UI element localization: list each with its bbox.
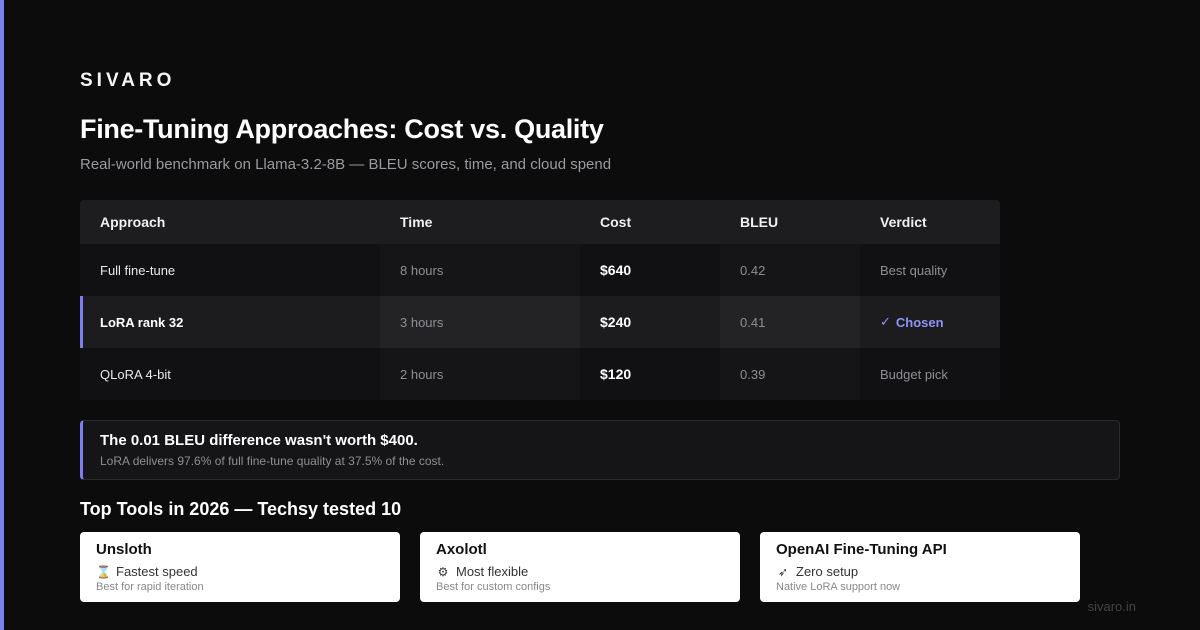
verdict-label: Chosen [895, 314, 944, 330]
cell-time: 8 hours [380, 244, 580, 296]
header-cost: Cost [580, 200, 720, 244]
tool-feature-label: Fastest speed [116, 564, 198, 579]
cell-cost: $240 [580, 296, 720, 348]
tool-cards: Unsloth ⌛ Fastest speed Best for rapid i… [80, 532, 1080, 602]
insight-callout: The 0.01 BLEU difference wasn't worth $4… [80, 420, 1120, 480]
cell-verdict: ✓ Chosen [860, 296, 1000, 348]
page-title: Fine-Tuning Approaches: Cost vs. Quality [80, 114, 604, 144]
callout-body: LoRA delivers 97.6% of full fine-tune qu… [100, 454, 445, 468]
footer-url: sivaro.in [1087, 599, 1136, 614]
tool-feature: ⚙ Most flexible [436, 564, 724, 579]
header-verdict: Verdict [860, 200, 1000, 244]
cell-approach: LoRA rank 32 [80, 296, 380, 348]
callout-title: The 0.01 BLEU difference wasn't worth $4… [100, 432, 418, 449]
cell-cost: $120 [580, 348, 720, 400]
accent-bar [0, 0, 4, 630]
cell-verdict: Best quality [860, 244, 1000, 296]
tool-name: Axolotl [436, 541, 487, 558]
cell-cost: $640 [580, 244, 720, 296]
tool-card-openai: OpenAI Fine-Tuning API ➶ Zero setup Nati… [760, 532, 1080, 602]
tool-note: Best for rapid iteration [96, 581, 204, 593]
cell-bleu: 0.42 [720, 244, 860, 296]
tool-feature-label: Most flexible [456, 564, 529, 579]
header-bleu: BLEU [720, 200, 860, 244]
table-row: QLoRA 4-bit 2 hours $120 0.39 Budget pic… [80, 348, 1000, 400]
hourglass-icon: ⌛ [96, 564, 111, 579]
header-approach: Approach [80, 200, 380, 244]
cell-verdict: Budget pick [860, 348, 1000, 400]
table-row-highlighted: LoRA rank 32 3 hours $240 0.41 ✓ Chosen [80, 296, 1000, 348]
tool-card-unsloth: Unsloth ⌛ Fastest speed Best for rapid i… [80, 532, 400, 602]
cell-bleu: 0.39 [720, 348, 860, 400]
check-icon: ✓ [880, 314, 891, 329]
rocket-icon: ➶ [777, 564, 789, 579]
cell-approach: QLoRA 4-bit [80, 348, 380, 400]
tool-note: Native LoRA support now [776, 581, 901, 593]
brand-logo: SIVARO [80, 70, 176, 91]
cell-approach: Full fine-tune [80, 244, 380, 296]
tool-card-axolotl: Axolotl ⚙ Most flexible Best for custom … [420, 532, 740, 602]
comparison-table: Approach Time Cost BLEU Verdict Full fin… [80, 200, 1000, 400]
tool-name: OpenAI Fine-Tuning API [776, 541, 947, 558]
cell-time: 3 hours [380, 296, 580, 348]
tool-note: Best for custom configs [436, 581, 551, 593]
tool-feature: ➶ Zero setup [776, 564, 1064, 579]
tools-heading: Top Tools in 2026 — Techsy tested 10 [80, 499, 402, 519]
tool-feature-label: Zero setup [796, 564, 859, 579]
table-row: Full fine-tune 8 hours $640 0.42 Best qu… [80, 244, 1000, 296]
tool-feature: ⌛ Fastest speed [96, 564, 384, 579]
cell-bleu: 0.41 [720, 296, 860, 348]
tool-name: Unsloth [96, 541, 152, 558]
page-subtitle: Real-world benchmark on Llama-3.2-8B — B… [80, 156, 612, 173]
table-header-row: Approach Time Cost BLEU Verdict [80, 200, 1000, 244]
header-time: Time [380, 200, 580, 244]
gear-icon: ⚙ [437, 564, 449, 579]
cell-time: 2 hours [380, 348, 580, 400]
